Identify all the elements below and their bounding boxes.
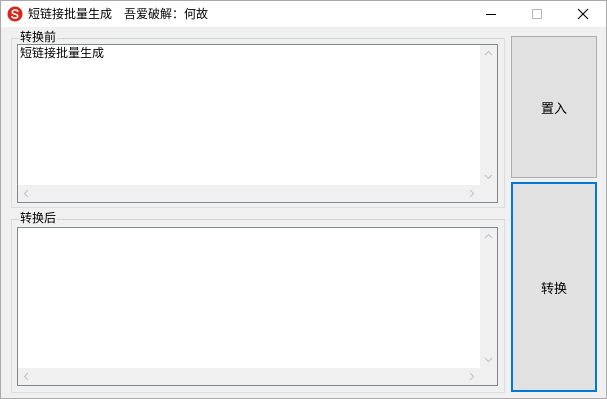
- scroll-right-icon[interactable]: [463, 368, 480, 385]
- scroll-right-icon[interactable]: [463, 185, 480, 202]
- minimize-icon: [486, 14, 496, 15]
- maximize-button[interactable]: [514, 1, 560, 27]
- after-vertical-scrollbar[interactable]: [480, 228, 497, 368]
- import-button-label: 置入: [540, 101, 567, 117]
- window-title-author: 吾爱破解：何故: [124, 7, 209, 21]
- scroll-left-icon[interactable]: [18, 368, 35, 385]
- after-label: 转换后: [19, 211, 58, 225]
- before-textarea[interactable]: 短链接批量生成: [17, 44, 498, 203]
- scroll-up-icon[interactable]: [480, 45, 497, 62]
- app-logo-icon: [7, 6, 23, 22]
- scrollbar-corner: [480, 368, 497, 385]
- convert-button[interactable]: 转换: [511, 182, 597, 392]
- scroll-left-icon[interactable]: [18, 185, 35, 202]
- scroll-up-icon[interactable]: [480, 228, 497, 245]
- before-vertical-scrollbar[interactable]: [480, 45, 497, 185]
- after-horizontal-scrollbar[interactable]: [18, 368, 480, 385]
- window-title-main: 短链接批量生成: [28, 7, 113, 21]
- convert-button-label: 转换: [540, 281, 567, 297]
- before-horizontal-scrollbar[interactable]: [18, 185, 480, 202]
- app-window: 短链接批量生成 吾爱破解：何故 转换前 短链接批量生成 转换后 置入 转换: [0, 0, 607, 399]
- import-button[interactable]: 置入: [511, 36, 597, 178]
- before-label: 转换前: [19, 30, 58, 44]
- title-bar[interactable]: 短链接批量生成 吾爱破解：何故: [1, 1, 606, 27]
- maximize-icon: [532, 9, 542, 19]
- scroll-down-icon[interactable]: [480, 168, 497, 185]
- scroll-down-icon[interactable]: [480, 351, 497, 368]
- after-textarea[interactable]: [17, 227, 498, 386]
- close-icon: [577, 8, 589, 20]
- scrollbar-corner: [480, 185, 497, 202]
- window-title: 短链接批量生成 吾爱破解：何故: [28, 6, 208, 22]
- before-textarea-content: 短链接批量生成: [20, 46, 105, 60]
- close-button[interactable]: [560, 1, 606, 27]
- minimize-button[interactable]: [468, 1, 514, 27]
